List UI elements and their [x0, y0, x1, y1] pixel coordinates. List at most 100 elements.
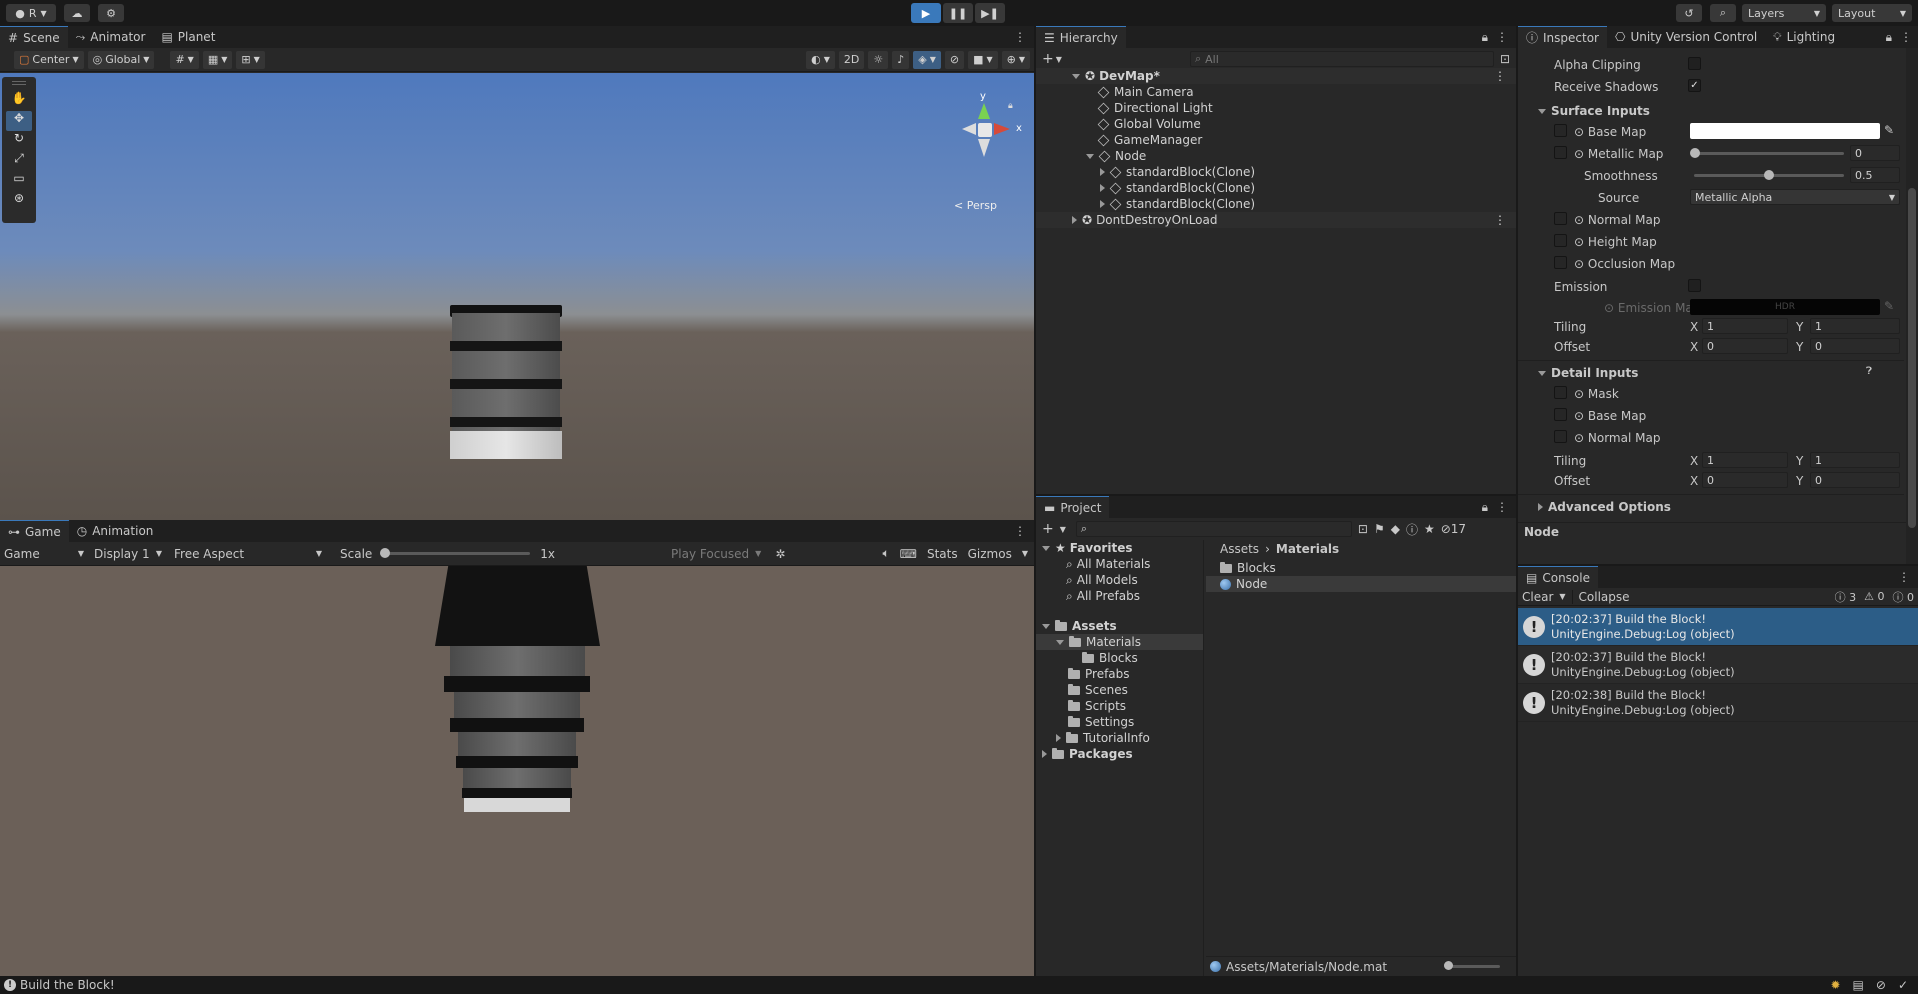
tiling-y-input[interactable]: 1 [1810, 318, 1900, 334]
more-options-icon[interactable]: ⋮ [1014, 30, 1026, 44]
list-item[interactable]: ! [20:02:37] Build the Block! UnityEngine… [1518, 608, 1918, 646]
search-by-label-icon[interactable]: ⚑ [1374, 522, 1385, 536]
smoothness-value-input[interactable]: 0.5 [1850, 167, 1900, 183]
list-item[interactable]: Node [1206, 576, 1516, 592]
stats-button[interactable]: Stats [927, 547, 958, 561]
mode-2d-button[interactable]: 2D [838, 50, 865, 69]
material-preview-bar[interactable]: Node ⋮ [1518, 522, 1918, 540]
tab-game[interactable]: ⊶ Game [0, 520, 69, 542]
list-item[interactable]: ⌕ All Prefabs [1036, 588, 1203, 604]
list-item[interactable]: standardBlock(Clone) [1036, 180, 1516, 196]
icon-size-slider[interactable] [1444, 961, 1500, 970]
undo-history-button[interactable]: ↺ [1676, 4, 1702, 22]
collaborate-icon[interactable]: ⊘ [1876, 978, 1886, 992]
error-filter-toggle[interactable]: ⓘ 0 [1893, 589, 1915, 605]
normal-map-slot[interactable] [1554, 212, 1567, 225]
list-item[interactable]: standardBlock(Clone) [1036, 164, 1516, 180]
move-tool-icon[interactable]: ✥ [6, 111, 32, 131]
keyboard-icon[interactable]: ⌨ [900, 547, 917, 561]
detail-normal-map-slot[interactable] [1554, 430, 1567, 443]
step-button[interactable]: ▶❚ [975, 3, 1005, 23]
check-status-icon[interactable]: ✓ [1898, 978, 1908, 992]
smoothness-slider[interactable] [1694, 170, 1844, 180]
offset-x-input[interactable]: 0 [1702, 338, 1788, 354]
aspect-dropdown[interactable]: Free Aspect ▼ [168, 547, 328, 561]
collapse-button[interactable]: Collapse [1571, 589, 1630, 604]
tab-version-control[interactable]: ⎔ Unity Version Control [1607, 26, 1765, 48]
eyedropper-icon[interactable]: ✎ [1884, 123, 1894, 137]
search-options-icon[interactable]: ⊡ [1500, 52, 1510, 66]
rect-tool-icon[interactable]: ▭ [6, 171, 32, 191]
list-item[interactable]: ✪ DontDestroyOnLoad ⋮ [1036, 212, 1516, 228]
lock-icon[interactable]: 🔒︎ [1886, 30, 1892, 45]
alpha-clipping-checkbox[interactable] [1688, 57, 1701, 70]
detail-tiling-x-input[interactable]: 1 [1702, 452, 1788, 468]
cloud-button[interactable]: ☁ [64, 4, 90, 22]
list-item[interactable]: ⌕ All Models [1036, 572, 1203, 588]
grid-visibility-button[interactable]: ▦ ▼ [202, 50, 233, 69]
orientation-gizmo[interactable]: y x 🔒︎ [940, 91, 1022, 171]
hand-tool-icon[interactable]: ✋ [6, 91, 32, 111]
emission-checkbox[interactable] [1688, 279, 1701, 292]
height-map-slot[interactable] [1554, 234, 1567, 247]
lock-icon[interactable]: 🔒︎ [1482, 500, 1488, 515]
tab-console[interactable]: ▤ Console [1518, 566, 1598, 588]
project-search-input[interactable]: ⌕ [1075, 521, 1352, 537]
list-item[interactable]: Blocks [1036, 650, 1203, 666]
tab-planet[interactable]: ▤ Planet [153, 26, 223, 48]
tab-lighting[interactable]: 💡︎ Lighting [1765, 26, 1843, 48]
detail-base-map-slot[interactable] [1554, 408, 1567, 421]
eyedropper-icon[interactable]: ✎ [1884, 299, 1894, 313]
more-options-icon[interactable]: ⋮ [1900, 30, 1912, 45]
pivot-dropdown[interactable]: ▢ Center ▼ [14, 50, 84, 69]
mask-slot[interactable] [1554, 386, 1567, 399]
services-button[interactable]: ⚙ [98, 4, 124, 22]
list-item[interactable]: ⌕ All Materials [1036, 556, 1203, 572]
projection-label[interactable]: < Persp [954, 199, 997, 212]
list-item[interactable]: Packages [1036, 746, 1203, 762]
bug-icon[interactable]: ✲ [775, 547, 785, 561]
rotate-tool-icon[interactable]: ↻ [6, 131, 32, 151]
list-item[interactable]: Blocks [1206, 560, 1516, 576]
clear-button[interactable]: Clear [1522, 590, 1553, 604]
scene-viewport[interactable]: ✋ ✥ ↻ ⤢ ▭ ⊛ y x 🔒︎ < Persp [0, 73, 1034, 520]
pause-button[interactable]: ❚❚ [943, 3, 973, 23]
base-map-slot[interactable] [1554, 124, 1567, 137]
list-item[interactable]: Settings [1036, 714, 1203, 730]
metallic-map-slot[interactable] [1554, 146, 1567, 159]
receive-shadows-checkbox[interactable]: ✓ [1688, 79, 1701, 92]
lock-icon[interactable]: 🔒︎ [1008, 101, 1013, 111]
mute-audio-icon[interactable]: 🔈︎ [882, 546, 889, 561]
search-button[interactable]: ⌕ [1710, 4, 1736, 22]
detail-inputs-header[interactable]: Detail Inputs [1538, 366, 1638, 380]
chevron-down-icon[interactable]: ▼ [1022, 549, 1028, 558]
hidden-count-icon[interactable]: ⊘17 [1441, 522, 1466, 536]
camera-settings-button[interactable]: ■ ▼ [968, 50, 998, 69]
layers-dropdown[interactable]: Layers ▼ [1742, 4, 1826, 22]
tab-inspector[interactable]: ⓘ Inspector [1518, 26, 1607, 48]
increment-snap-button[interactable]: ⊞ ▼ [236, 50, 265, 69]
scale-slider[interactable] [380, 548, 531, 558]
more-options-icon[interactable]: ⋮ [1494, 69, 1506, 83]
display-dropdown[interactable]: Display 1 ▼ [88, 547, 168, 561]
list-item[interactable]: Scripts [1036, 698, 1203, 714]
list-item[interactable]: ! [20:02:38] Build the Block! UnityEngine… [1518, 684, 1918, 722]
surface-inputs-header[interactable]: Surface Inputs [1538, 104, 1650, 118]
gizmos-button[interactable]: Gizmos [968, 547, 1012, 561]
list-item[interactable]: Main Camera [1036, 84, 1516, 100]
star-icon[interactable]: ★ [1424, 522, 1435, 536]
tab-hierarchy[interactable]: ☰ Hierarchy [1036, 26, 1126, 48]
list-item[interactable]: ★ Favorites [1036, 540, 1203, 556]
status-message[interactable]: Build the Block! [20, 978, 115, 992]
chevron-down-icon[interactable]: ▼ [1559, 592, 1565, 601]
offset-y-input[interactable]: 0 [1810, 338, 1900, 354]
layout-dropdown[interactable]: Layout ▼ [1832, 4, 1912, 22]
base-map-color[interactable] [1690, 123, 1880, 139]
list-item[interactable]: Materials [1036, 634, 1203, 650]
more-options-icon[interactable]: ⋮ [1496, 500, 1508, 515]
play-button[interactable]: ▶ [911, 3, 941, 23]
advanced-options-header[interactable]: Advanced Options [1538, 500, 1671, 514]
log-filter-toggle[interactable]: ⓘ 3 [1835, 589, 1857, 605]
list-item[interactable]: GameManager [1036, 132, 1516, 148]
account-button[interactable]: ● R ▼ [6, 4, 56, 22]
